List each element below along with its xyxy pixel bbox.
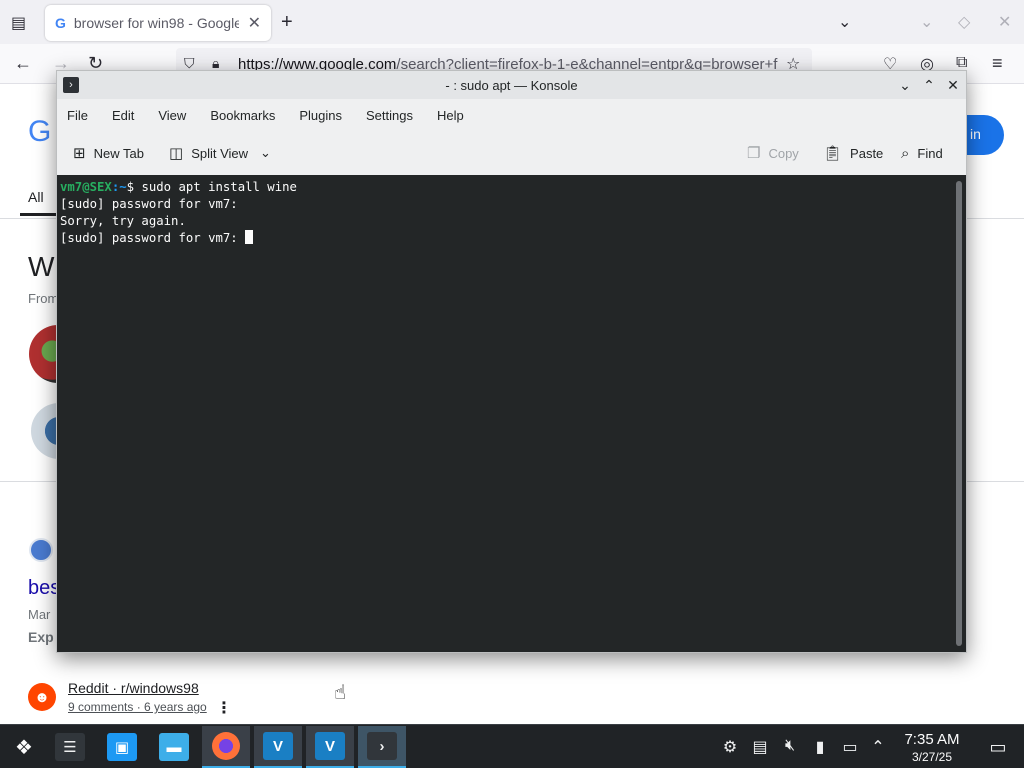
expand-text[interactable]: Exp [28,629,54,645]
network-icon[interactable]: ⚙ [720,737,740,757]
copy-button[interactable]: ❐ Copy [747,141,799,165]
show-desktop-icon[interactable]: ▭ [988,737,1008,758]
google-favicon-icon: G [55,15,66,31]
from-text: From [28,291,59,306]
battery-icon[interactable]: ▮ [810,737,830,757]
konsole-title-bar[interactable]: › - : sudo apt — Konsole ⌄ ⌃ ✕ [57,71,966,99]
reddit-source[interactable]: Reddit · r/windows98 [68,680,199,696]
konsole-toolbar: ⊞ New Tab ◫ Split View ⌄ ❐ Copy 📋︎ Paste… [57,133,966,173]
menu-view[interactable]: View [158,108,186,123]
paste-button[interactable]: 📋︎ Paste [823,141,883,165]
close-icon[interactable]: ✕ [943,75,963,95]
folder-icon: ▬ [159,733,189,761]
copy-icon: ❐ [747,145,761,162]
heading: W [28,251,55,282]
scrollbar[interactable] [956,181,962,646]
firefox-tab[interactable]: G browser for win98 - Google ✕ [45,5,271,41]
text-cursor [245,230,254,244]
mouse-pointer-icon: ☝ [334,682,347,704]
terminal-line: vm7@SEX:~$ sudo apt install wine [60,180,297,194]
firefox-icon [212,732,240,760]
hamburger-icon[interactable]: ≡ [992,53,1003,74]
window-title: - : sudo apt — Konsole [445,77,578,93]
clipboard-icon[interactable]: ▤ [750,737,770,757]
konsole-app-icon[interactable]: › [63,77,79,93]
terminal-area[interactable]: vm7@SEX:~$ sudo apt install wine [sudo] … [57,175,966,652]
taskbar-konsole[interactable]: › [358,726,406,768]
find-button[interactable]: ⌕ Find [901,141,943,165]
tab-title: browser for win98 - Google [73,15,239,31]
menu-help[interactable]: Help [437,108,464,123]
taskbar-firefox[interactable] [202,726,250,768]
firefox-tab-bar: ▤ G browser for win98 - Google ✕ + ⌄ ⌄ ◇… [0,0,1024,44]
plus-icon[interactable]: + [281,11,293,34]
virtualbox-icon: V [315,732,345,760]
menu-plugins[interactable]: Plugins [299,108,342,123]
chevron-up-icon[interactable]: ⌃ [868,737,888,757]
tab-all[interactable]: All [28,189,44,205]
new-tab-button[interactable]: ⊞ New Tab [73,141,144,165]
back-arrow-icon[interactable]: ← [14,53,32,74]
taskbar: ❖ ☰ ▣ ▬ V V › ⚙ ▤ 🔇︎ ▮ ▭ ⌃ 7:35 AM 3/27/… [0,724,1024,768]
taskbar-virtualbox[interactable]: V [254,726,302,768]
tabs-icon[interactable]: ▤ [11,13,26,33]
app-launcher-icon: ❖ [15,736,33,759]
konsole-menu-bar: File Edit View Bookmarks Plugins Setting… [57,99,966,131]
paste-icon: 📋︎ [823,145,843,162]
settings-sliders-icon: ☰ [55,733,85,761]
split-view-button[interactable]: ◫ Split View ⌄ [169,141,271,165]
virtualbox-icon: V [263,732,293,760]
taskbar-system-settings[interactable]: ☰ [46,726,94,768]
volume-muted-icon[interactable]: 🔇︎ [780,737,800,755]
chevron-down-icon[interactable]: ⌄ [838,12,851,32]
reddit-meta[interactable]: 9 comments · 6 years ago [68,700,207,714]
display-icon[interactable]: ▭ [840,737,860,757]
new-tab-icon: ⊞ [73,145,86,162]
minimize-icon[interactable]: ⌄ [920,12,933,32]
taskbar-discover[interactable]: ▣ [98,726,146,768]
more-options-icon[interactable]: ⋮ [216,698,232,718]
app-launcher[interactable]: ❖ [0,726,48,768]
terminal-line: [sudo] password for vm7: [60,230,966,247]
taskbar-virtualbox[interactable]: V [306,726,354,768]
discover-bag-icon: ▣ [107,733,137,761]
maximize-icon[interactable]: ⌃ [919,75,939,95]
chevron-down-icon[interactable]: ⌄ [260,145,271,161]
clock-time[interactable]: 7:35 AM [896,731,968,748]
tab-all-underline [20,213,60,216]
search-icon: ⌕ [901,144,910,162]
close-tab-icon[interactable]: ✕ [248,13,261,33]
terminal-line: [sudo] password for vm7: [60,197,238,211]
terminal-line: Sorry, try again. [60,214,186,228]
menu-bookmarks[interactable]: Bookmarks [210,108,275,123]
clock-date[interactable]: 3/27/25 [896,750,968,764]
google-logo[interactable]: G [28,115,51,149]
close-window-icon[interactable]: ✕ [998,12,1011,32]
konsole-icon: › [367,732,397,760]
reddit-icon: ☻ [28,683,56,711]
menu-file[interactable]: File [67,108,88,123]
maximize-icon[interactable]: ◇ [958,12,970,32]
menu-edit[interactable]: Edit [112,108,134,123]
minimize-icon[interactable]: ⌄ [895,75,915,95]
split-view-icon: ◫ [169,145,184,162]
result-date: Mar [28,607,51,622]
site-favicon-icon [29,538,53,562]
menu-settings[interactable]: Settings [366,108,413,123]
konsole-window: › - : sudo apt — Konsole ⌄ ⌃ ✕ File Edit… [56,70,967,653]
taskbar-file-manager[interactable]: ▬ [150,726,198,768]
